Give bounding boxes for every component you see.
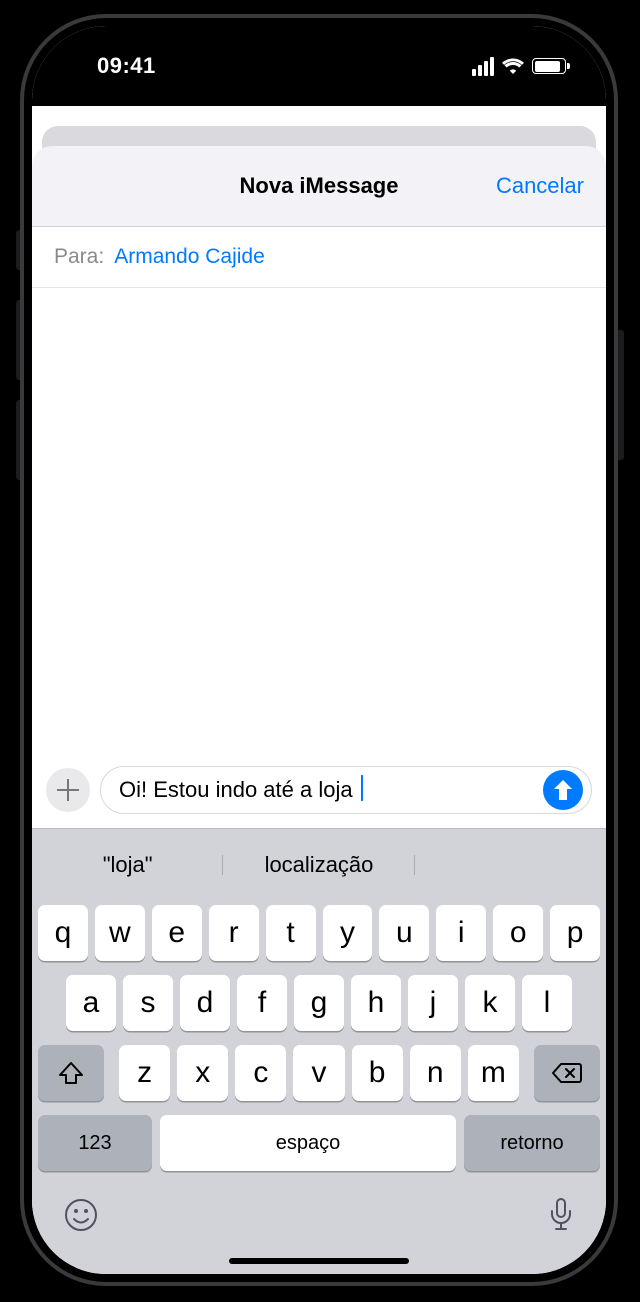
dictation-key[interactable] (548, 1197, 574, 1238)
to-label: Para: (54, 245, 104, 269)
key-s[interactable]: s (123, 975, 173, 1031)
key-q[interactable]: q (38, 905, 88, 961)
key-w[interactable]: w (95, 905, 145, 961)
key-c[interactable]: c (235, 1045, 286, 1101)
key-y[interactable]: y (323, 905, 373, 961)
key-p[interactable]: p (550, 905, 600, 961)
key-x[interactable]: x (177, 1045, 228, 1101)
message-thread[interactable] (32, 288, 606, 756)
key-h[interactable]: h (351, 975, 401, 1031)
cellular-icon (472, 57, 494, 76)
key-b[interactable]: b (352, 1045, 403, 1101)
shift-key[interactable] (38, 1045, 104, 1101)
send-button[interactable] (543, 770, 583, 810)
phone-inner: 09:41 Nova iMessage Cancelar (32, 26, 606, 1274)
key-i[interactable]: i (436, 905, 486, 961)
sheet-header: Nova iMessage Cancelar (32, 146, 606, 226)
home-indicator[interactable] (229, 1258, 409, 1264)
suggestion-1[interactable]: "loja" (32, 852, 223, 878)
battery-icon (532, 58, 566, 74)
key-rows: q w e r t y u i o p a (32, 905, 606, 1183)
page-title: Nova iMessage (240, 173, 399, 199)
key-v[interactable]: v (293, 1045, 344, 1101)
power-button[interactable] (618, 330, 624, 460)
keyboard: "loja" localização q w e r t y u (32, 828, 606, 1274)
return-key[interactable]: retorno (464, 1115, 600, 1171)
compose-sheet: Nova iMessage Cancelar Para: Armando Caj… (32, 146, 606, 1274)
emoji-key[interactable] (64, 1198, 98, 1237)
key-d[interactable]: d (180, 975, 230, 1031)
key-j[interactable]: j (408, 975, 458, 1031)
numbers-key[interactable]: 123 (38, 1115, 152, 1171)
key-e[interactable]: e (152, 905, 202, 961)
key-row-3: z x c v b n m (38, 1045, 600, 1101)
screen: 09:41 Nova iMessage Cancelar (32, 26, 606, 1274)
text-caret (361, 775, 363, 801)
key-u[interactable]: u (379, 905, 429, 961)
suggestion-1-text: "loja" (103, 852, 153, 877)
status-right (472, 57, 566, 76)
key-z[interactable]: z (119, 1045, 170, 1101)
suggestion-2[interactable]: localização (223, 852, 414, 878)
key-t[interactable]: t (266, 905, 316, 961)
key-row-1: q w e r t y u i o p (38, 905, 600, 961)
key-f[interactable]: f (237, 975, 287, 1031)
key-row-2: a s d f g h j k l (38, 975, 600, 1031)
key-o[interactable]: o (493, 905, 543, 961)
backspace-key[interactable] (534, 1045, 600, 1101)
plus-button[interactable] (46, 768, 90, 812)
wifi-icon (502, 58, 524, 74)
to-field[interactable]: Para: Armando Cajide (32, 226, 606, 288)
key-k[interactable]: k (465, 975, 515, 1031)
key-g[interactable]: g (294, 975, 344, 1031)
key-l[interactable]: l (522, 975, 572, 1031)
phone-frame: 09:41 Nova iMessage Cancelar (20, 14, 618, 1286)
suggestion-2-text: localização (265, 852, 374, 877)
key-m[interactable]: m (468, 1045, 519, 1101)
message-text: Oi! Estou indo até a loja (119, 777, 353, 803)
key-a[interactable]: a (66, 975, 116, 1031)
suggestion-3[interactable] (415, 852, 606, 878)
to-recipient[interactable]: Armando Cajide (114, 245, 265, 269)
status-time: 09:41 (97, 53, 156, 79)
message-input[interactable]: Oi! Estou indo até a loja (100, 766, 592, 814)
cancel-button[interactable]: Cancelar (496, 173, 584, 199)
compose-row: Oi! Estou indo até a loja (32, 756, 606, 828)
key-r[interactable]: r (209, 905, 259, 961)
suggestions-bar: "loja" localização (32, 839, 606, 891)
key-row-4: 123 espaço retorno (38, 1115, 600, 1171)
status-bar: 09:41 (32, 26, 606, 106)
space-key[interactable]: espaço (160, 1115, 456, 1171)
key-n[interactable]: n (410, 1045, 461, 1101)
